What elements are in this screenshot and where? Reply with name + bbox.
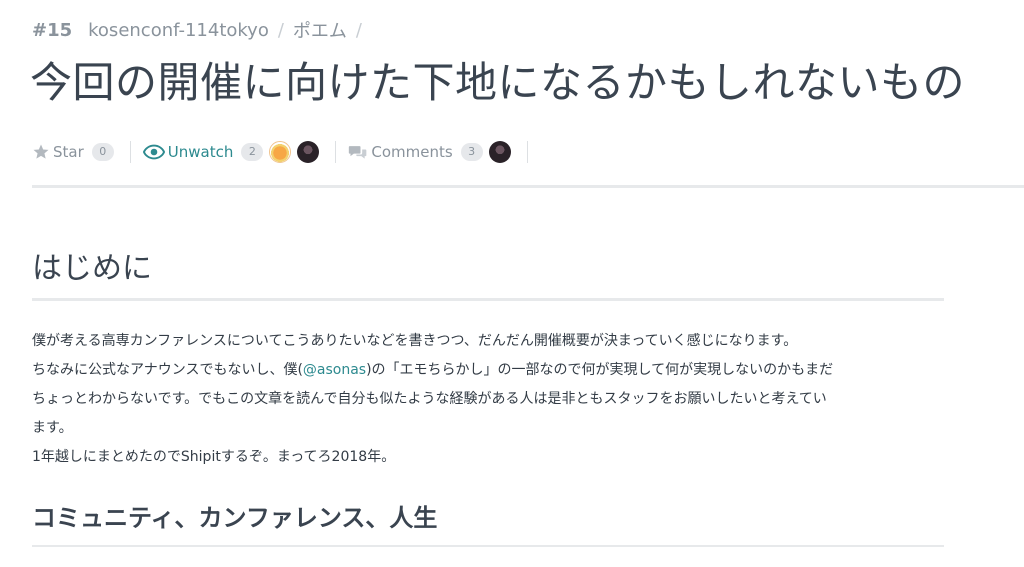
post-actions-bar: Star 0 Unwatch 2 Comments 3 <box>32 137 540 167</box>
avatar[interactable] <box>297 141 320 163</box>
paragraph-line: ちなみに公式なアナウンスでもないし、僕(@asonas)の「エモちらかし」の一部… <box>32 356 944 385</box>
star-count-badge: 0 <box>91 143 114 161</box>
paragraph-text: ちなみに公式なアナウンスでもないし、僕( <box>32 362 303 378</box>
avatar[interactable] <box>488 141 511 163</box>
section-heading: はじめに <box>32 251 152 286</box>
unwatch-button[interactable]: Unwatch <box>142 143 234 161</box>
post-body: 僕が考える高専カンファレンスについてこうありたいなどを書きつつ、だんだん開催概要… <box>32 327 944 472</box>
subsection-heading-rule <box>32 545 944 547</box>
star-icon <box>32 143 50 161</box>
post-number: #15 <box>32 19 73 41</box>
breadcrumb-category-link[interactable]: ポエム <box>293 17 347 43</box>
star-label: Star <box>53 143 84 161</box>
paragraph-line: 1年越しにまとめたのでShipitするぞ。まってろ2018年。 <box>32 449 396 465</box>
paragraph-line: 僕が考える高専カンファレンスについてこうありたいなどを書きつつ、だんだん開催概要… <box>32 333 798 349</box>
breadcrumb-separator: / <box>277 19 284 41</box>
watch-count-badge: 2 <box>241 143 264 161</box>
paragraph-line: ちょっとわからないです。でもこの文章を読んで自分も似たような経験がある人は是非と… <box>32 391 827 407</box>
star-button[interactable]: Star 0 <box>32 143 114 161</box>
comments-label: Comments <box>371 143 453 161</box>
section-heading-rule <box>32 298 944 301</box>
eye-icon <box>142 144 165 160</box>
breadcrumb: #15 kosenconf-114tokyo / ポエム / <box>32 17 371 43</box>
divider <box>526 141 528 163</box>
divider <box>129 141 131 163</box>
comments-count-badge: 3 <box>460 143 483 161</box>
comments-button[interactable]: Comments 3 <box>348 143 483 161</box>
unwatch-label: Unwatch <box>167 143 234 161</box>
paragraph-text: )の「エモちらかし」の一部なので何が実現して何が実現しないのかもまだ <box>366 362 834 378</box>
breadcrumb-separator: / <box>355 19 362 41</box>
user-mention-link[interactable]: @asonas <box>303 362 366 378</box>
paragraph-line: ます。 <box>32 420 73 436</box>
avatar[interactable] <box>269 141 292 163</box>
header-divider <box>32 185 1024 188</box>
speech-bubbles-icon <box>348 144 368 160</box>
divider <box>335 141 337 163</box>
post-page: #15 kosenconf-114tokyo / ポエム / 今回の開催に向けた… <box>0 0 1024 567</box>
subsection-heading: コミュニティ、カンファレンス、人生 <box>32 504 438 532</box>
page-title: 今回の開催に向けた下地になるかもしれないもの <box>30 58 966 107</box>
breadcrumb-team-link[interactable]: kosenconf-114tokyo <box>88 20 269 41</box>
